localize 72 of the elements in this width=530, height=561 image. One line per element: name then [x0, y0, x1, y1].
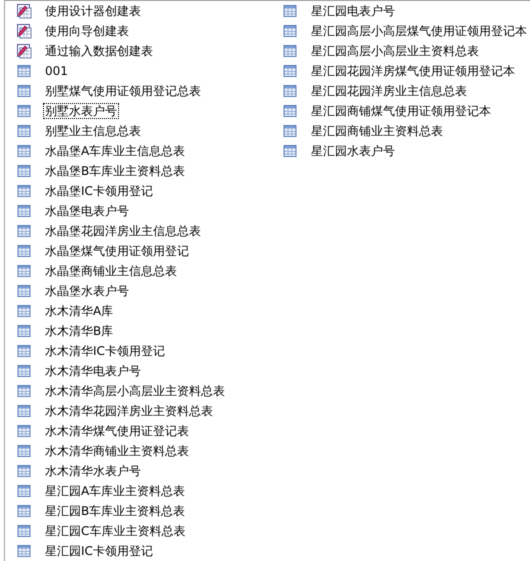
- table-icon: [282, 103, 298, 119]
- table-icon: [16, 223, 32, 239]
- object-item[interactable]: 星汇园花园洋房煤气使用证领用登记本: [309, 63, 517, 79]
- table-icon: [16, 283, 32, 299]
- table-icon: [282, 63, 298, 79]
- object-item[interactable]: 星汇园B车库业主资料总表: [43, 503, 188, 519]
- table-icon: [16, 103, 32, 119]
- object-item[interactable]: 水木清华高层小高层业主资料总表: [43, 383, 227, 399]
- table-icon: [16, 323, 32, 339]
- object-item[interactable]: 水木清华B库: [43, 323, 116, 339]
- object-item[interactable]: 水木清华A库: [43, 303, 116, 319]
- object-item[interactable]: 水晶堡A车库业主信息总表: [43, 143, 188, 159]
- object-item[interactable]: 使用设计器创建表: [43, 3, 143, 19]
- object-item[interactable]: 星汇园水表户号: [309, 143, 397, 159]
- object-item[interactable]: 水晶堡花园洋房业主信息总表: [43, 223, 203, 239]
- object-item[interactable]: 水木清华电表户号: [43, 363, 143, 379]
- table-icon: [282, 23, 298, 39]
- table-icon: [16, 363, 32, 379]
- object-item[interactable]: 水晶堡电表户号: [43, 203, 131, 219]
- object-item[interactable]: 星汇园高层小高层业主资料总表: [309, 43, 481, 59]
- table-icon: [16, 423, 32, 439]
- object-item[interactable]: 星汇园高层小高层煤气使用证领用登记本: [309, 23, 529, 39]
- object-item[interactable]: 别墅水表户号: [43, 103, 119, 119]
- table-icon: [16, 183, 32, 199]
- object-item[interactable]: 水木清华商铺业主资料总表: [43, 443, 191, 459]
- table-icon: [16, 303, 32, 319]
- table-icon: [16, 543, 32, 559]
- shortcut-icon: [16, 3, 32, 19]
- object-item[interactable]: 通过输入数据创建表: [43, 43, 155, 59]
- object-item[interactable]: 水木清华花园洋房业主资料总表: [43, 403, 215, 419]
- table-icon: [16, 83, 32, 99]
- table-icon: [16, 443, 32, 459]
- object-item[interactable]: 水木清华IC卡领用登记: [43, 343, 167, 359]
- object-item[interactable]: 星汇园商铺业主资料总表: [309, 123, 445, 139]
- table-icon: [16, 403, 32, 419]
- table-icon: [282, 143, 298, 159]
- object-item[interactable]: 水晶堡IC卡领用登记: [43, 183, 155, 199]
- table-icon: [16, 243, 32, 259]
- object-item[interactable]: 使用向导创建表: [43, 23, 131, 39]
- table-icon: [282, 43, 298, 59]
- table-icon: [16, 263, 32, 279]
- shortcut-icon: [16, 23, 32, 39]
- object-item[interactable]: 水晶堡商铺业主信息总表: [43, 263, 179, 279]
- shortcut-icon: [16, 43, 32, 59]
- object-item[interactable]: 水木清华水表户号: [43, 463, 143, 479]
- table-icon: [16, 143, 32, 159]
- object-item[interactable]: 星汇园C车库业主资料总表: [43, 523, 188, 539]
- object-item[interactable]: 别墅业主信息总表: [43, 123, 143, 139]
- object-item[interactable]: 水木清华煤气使用证登记表: [43, 423, 191, 439]
- object-item[interactable]: 水晶堡煤气使用证领用登记: [43, 243, 191, 259]
- table-icon: [16, 63, 32, 79]
- table-icon: [16, 523, 32, 539]
- object-item[interactable]: 水晶堡B车库业主资料总表: [43, 163, 188, 179]
- table-icon: [16, 483, 32, 499]
- table-icon: [16, 203, 32, 219]
- table-icon: [282, 83, 298, 99]
- table-icon: [16, 503, 32, 519]
- object-item[interactable]: 星汇园IC卡领用登记: [43, 543, 155, 559]
- object-item[interactable]: 星汇园花园洋房业主信息总表: [309, 83, 469, 99]
- object-item[interactable]: 星汇园电表户号: [309, 3, 397, 19]
- object-item[interactable]: 星汇园A车库业主资料总表: [43, 483, 188, 499]
- table-icon: [16, 383, 32, 399]
- table-icon: [16, 343, 32, 359]
- table-icon: [16, 123, 32, 139]
- object-item[interactable]: 001: [43, 63, 70, 79]
- object-item[interactable]: 水晶堡水表户号: [43, 283, 131, 299]
- object-item[interactable]: 别墅煤气使用证领用登记总表: [43, 83, 203, 99]
- table-icon: [282, 123, 298, 139]
- object-item[interactable]: 星汇园商铺煤气使用证领用登记本: [309, 103, 493, 119]
- table-icon: [282, 3, 298, 19]
- table-icon: [16, 163, 32, 179]
- table-icon: [16, 463, 32, 479]
